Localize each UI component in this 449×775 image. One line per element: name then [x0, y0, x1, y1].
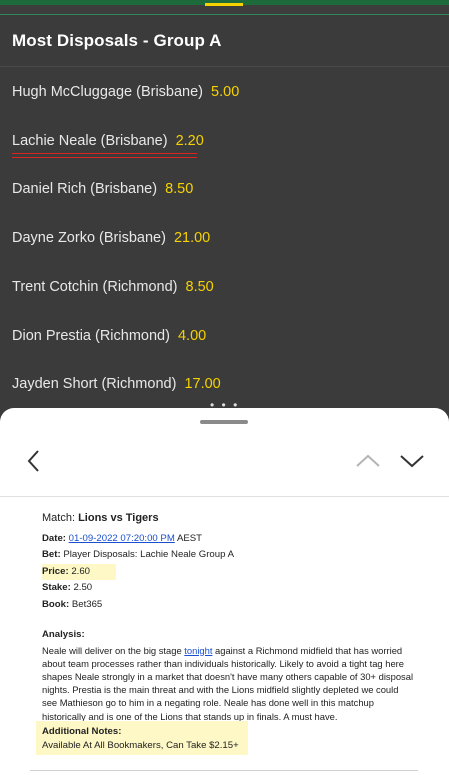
selection-player: Dayne Zorko (Brisbane) [12, 230, 166, 246]
card-bottom-divider [30, 770, 418, 771]
date-line: Date: 01-09-2022 07:20:00 PM AEST [42, 531, 414, 548]
selection-player: Hugh McCluggage (Brisbane) [12, 84, 204, 100]
selection-odds[interactable]: 17.00 [184, 376, 220, 392]
selection-odds[interactable]: 5.00 [211, 84, 239, 100]
analysis-text-rest: against a Richmond midfield that has wor… [42, 644, 414, 722]
date-timezone: AEST [176, 532, 203, 544]
stake-label: Stake: [42, 582, 71, 593]
chevron-up-icon[interactable] [355, 452, 381, 470]
price-value: 2.60 [71, 565, 91, 577]
notes-value: Available At All Bookmakers, Can Take $2… [42, 739, 239, 751]
selection-odds[interactable]: 8.50 [186, 279, 214, 295]
notes-label: Additional Notes: [42, 726, 122, 737]
tip-card: Match: Lions vs Tigers Date: 01-09-2022 … [42, 510, 414, 723]
selection-row[interactable]: Hugh McCluggage (Brisbane) 5.00 [12, 84, 239, 108]
stake-line: Stake: 2.50 [42, 580, 414, 597]
selection-row[interactable]: Jayden Short (Richmond) 17.00 [12, 376, 221, 400]
date-label: Date: [42, 532, 66, 544]
book-value: Bet365 [71, 598, 103, 610]
selection-row[interactable]: Daniel Rich (Brisbane) 8.50 [12, 181, 193, 205]
additional-notes-box: Additional Notes: Available At All Bookm… [36, 721, 248, 755]
header-divider [0, 14, 449, 15]
sheet-drag-handle[interactable] [200, 420, 248, 424]
selection-row[interactable]: Trent Cotchin (Richmond) 8.50 [12, 279, 214, 303]
price-label: Price: [42, 565, 69, 577]
match-label: Match: [42, 512, 76, 524]
selection-odds[interactable]: 4.00 [178, 328, 206, 344]
tab-indicator[interactable] [205, 3, 243, 6]
selection-player: Lachie Neale (Brisbane) [12, 133, 168, 149]
selection-player: Dion Prestia (Richmond) [12, 328, 170, 344]
stake-value: 2.50 [73, 582, 93, 593]
book-line: Book: Bet365 [42, 597, 414, 614]
book-label: Book: [42, 598, 70, 610]
bet-label: Bet: [42, 549, 61, 560]
top-bar [0, 0, 449, 14]
selection-highlight-underline [12, 153, 197, 158]
analysis-text: Neale will deliver on the big stage toni… [42, 644, 414, 723]
chevron-down-icon[interactable] [399, 452, 425, 470]
selection-player: Daniel Rich (Brisbane) [12, 181, 158, 197]
analysis-text-start: Neale will deliver on the big stage [42, 644, 185, 656]
selection-odds[interactable]: 2.20 [176, 133, 204, 149]
chevron-left-icon[interactable] [22, 448, 48, 474]
match-value: Lions vs Tigers [78, 512, 159, 524]
selection-row[interactable]: Dion Prestia (Richmond) 4.00 [12, 328, 206, 352]
selection-odds[interactable]: 8.50 [165, 181, 193, 197]
selection-odds[interactable]: 21.00 [174, 230, 210, 246]
bet-line: Bet: Player Disposals: Lachie Neale Grou… [42, 547, 414, 564]
price-line: Price: 2.60 [42, 563, 414, 580]
sheet-divider [0, 496, 449, 497]
analysis-label: Analysis: [42, 629, 85, 640]
match-line: Match: Lions vs Tigers [42, 510, 414, 527]
title-divider [0, 66, 449, 67]
date-link[interactable]: 01-09-2022 07:20:00 PM [69, 533, 175, 544]
selection-row[interactable]: Dayne Zorko (Brisbane) 21.00 [12, 230, 210, 254]
selection-player: Jayden Short (Richmond) [12, 376, 177, 392]
selection-player: Trent Cotchin (Richmond) [12, 279, 178, 295]
market-title: Most Disposals - Group A [12, 31, 222, 50]
bottom-sheet: Match: Lions vs Tigers Date: 01-09-2022 … [0, 408, 449, 775]
bet-value: Player Disposals: Lachie Neale Group A [63, 549, 234, 560]
analysis-tonight-link[interactable]: tonight [184, 645, 212, 656]
